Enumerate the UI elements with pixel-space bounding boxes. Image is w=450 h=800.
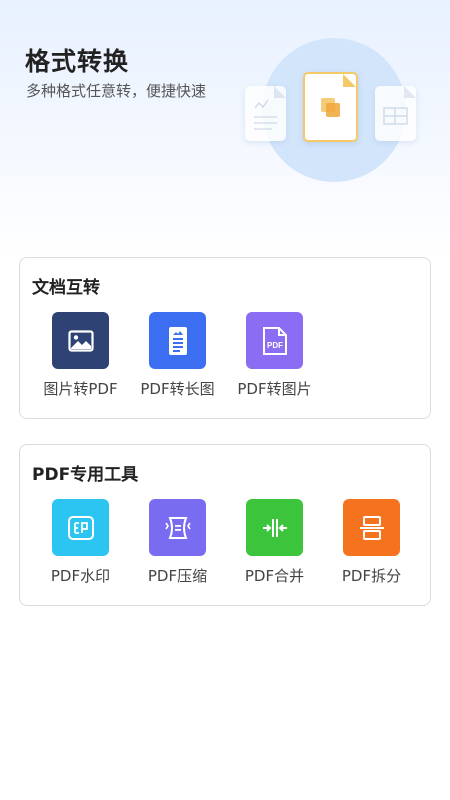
merge-icon: [246, 499, 303, 556]
pdf-to-image-button[interactable]: PDF PDF转图片: [226, 312, 323, 402]
pdf-compress-button[interactable]: PDF压缩: [129, 499, 226, 589]
svg-text:PDF: PDF: [267, 341, 283, 350]
spreadsheet-illustration-icon: [375, 86, 416, 141]
tool-label: PDF转长图: [140, 380, 215, 398]
header-banner: 格式转换 多种格式任意转，便捷快速: [0, 0, 450, 260]
tool-label: 图片转PDF: [43, 380, 118, 398]
tool-label: PDF水印: [50, 567, 111, 585]
pdf-tools-section: PDF专用工具 PDF水印 PDF压缩 PDF合并 PDF拆分: [19, 444, 431, 606]
pdf-watermark-button[interactable]: PDF水印: [32, 499, 129, 589]
image-file-illustration-icon: [303, 72, 358, 142]
pdf-split-button[interactable]: PDF拆分: [323, 499, 420, 589]
document-conversion-section: 文档互转 图片转PDF PDF转长图 PDF PDF转图片: [19, 257, 431, 419]
tool-label: PDF拆分: [341, 567, 402, 585]
pdf-merge-button[interactable]: PDF合并: [226, 499, 323, 589]
watermark-icon: [52, 499, 109, 556]
image-to-pdf-button[interactable]: 图片转PDF: [32, 312, 129, 402]
tool-label: PDF转图片: [237, 380, 312, 398]
page-subtitle: 多种格式任意转，便捷快速: [26, 82, 207, 100]
compress-icon: [149, 499, 206, 556]
section-title: PDF专用工具: [32, 465, 139, 485]
pdf-to-long-image-button[interactable]: PDF转长图: [129, 312, 226, 402]
tool-label: PDF压缩: [147, 567, 208, 585]
tool-label: PDF合并: [244, 567, 305, 585]
image-icon: [52, 312, 109, 369]
long-image-icon: [149, 312, 206, 369]
pdf-file-icon: PDF: [246, 312, 303, 369]
document-illustration-icon: [245, 86, 286, 141]
split-icon: [343, 499, 400, 556]
section-title: 文档互转: [32, 278, 100, 298]
page-title: 格式转换: [25, 47, 130, 76]
